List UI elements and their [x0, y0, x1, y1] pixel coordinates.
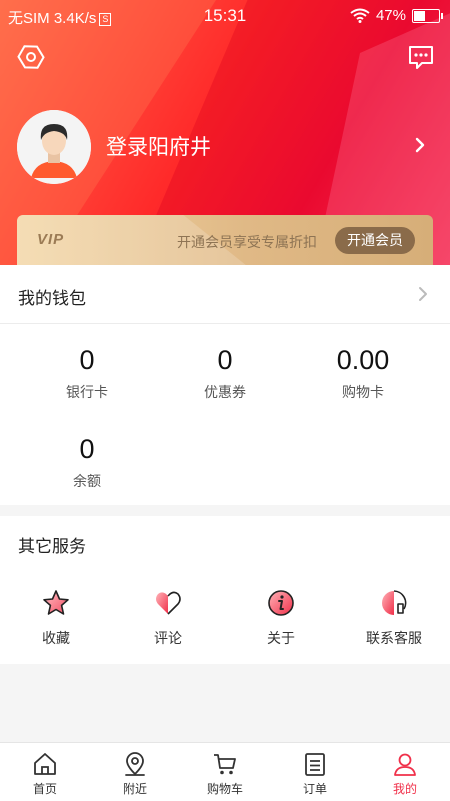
wallet-value: 0.00: [336, 345, 390, 375]
open-membership-button[interactable]: 开通会员: [335, 227, 415, 254]
tab-label: 首页: [32, 782, 57, 796]
chevron-right-icon[interactable]: [414, 136, 426, 154]
vip-description: 开通会员享受专属折扣: [177, 234, 317, 250]
wallet-section: 我的钱包 0 银行卡 0 优惠券 0.00 购物卡 0 余额: [0, 265, 450, 505]
headset-icon: [382, 590, 407, 615]
service-label: 收藏: [42, 630, 70, 646]
wallet-label: 购物卡: [342, 384, 384, 400]
service-about[interactable]: 关于: [225, 588, 337, 648]
user-icon: [394, 753, 416, 776]
battery-icon: [412, 8, 443, 23]
home-icon: [34, 753, 56, 775]
messages-button[interactable]: [406, 42, 436, 72]
wallet-coupon[interactable]: 0 优惠券: [155, 344, 295, 402]
vip-label: VIP: [37, 231, 65, 248]
heart-icon: [156, 591, 181, 615]
other-services-section: 其它服务 收藏 评论 关于 联系客服: [0, 516, 450, 664]
tab-mine[interactable]: 我的: [360, 751, 450, 797]
status-bar: 无SIM 3.4K/s S 15:31 47%: [0, 0, 450, 32]
services-title: 其它服务: [18, 537, 86, 556]
tab-label: 我的: [392, 782, 417, 796]
chat-bubble-icon: [409, 46, 433, 69]
chevron-right-icon: [419, 287, 427, 301]
wallet-title: 我的钱包: [18, 289, 86, 308]
status-right: 47%: [350, 7, 443, 24]
tab-cart[interactable]: 购物车: [180, 751, 270, 797]
wallet-value: 0: [79, 434, 95, 464]
tab-label: 附近: [122, 782, 147, 796]
service-customer-support[interactable]: 联系客服: [338, 588, 450, 648]
wallet-value: 0: [217, 345, 233, 375]
tab-home[interactable]: 首页: [0, 751, 90, 797]
settings-button[interactable]: [16, 42, 46, 72]
cart-icon: [214, 754, 236, 775]
wifi-icon: [350, 8, 370, 23]
service-reviews[interactable]: 评论: [112, 588, 224, 648]
tab-label: 订单: [302, 782, 327, 796]
star-icon: [43, 590, 69, 615]
battery-percent: 47%: [375, 7, 406, 24]
avatar[interactable]: [17, 110, 91, 184]
service-label: 联系客服: [366, 630, 422, 646]
location-pin-icon: [125, 752, 145, 776]
wallet-label: 优惠券: [204, 384, 246, 400]
wallet-shopping-card[interactable]: 0.00 购物卡: [293, 344, 433, 402]
wallet-label: 银行卡: [66, 384, 108, 400]
service-favorites[interactable]: 收藏: [0, 588, 112, 648]
service-label: 关于: [267, 630, 295, 646]
profile-header: 无SIM 3.4K/s S 15:31 47% 登录阳府井 VIP 开通会员享受…: [0, 0, 450, 265]
wallet-bank-card[interactable]: 0 银行卡: [17, 344, 157, 402]
tab-orders[interactable]: 订单: [270, 751, 360, 797]
vip-card[interactable]: VIP 开通会员享受专属折扣 开通会员: [17, 215, 433, 265]
wallet-header[interactable]: 我的钱包: [0, 265, 450, 324]
tab-nearby[interactable]: 附近: [90, 751, 180, 797]
tab-label: 购物车: [206, 782, 243, 796]
order-list-icon: [305, 753, 325, 776]
service-label: 评论: [154, 630, 182, 646]
login-link[interactable]: 登录阳府井: [106, 131, 211, 161]
wallet-value: 0: [79, 345, 95, 375]
hexagon-settings-icon: [17, 45, 45, 69]
info-icon: [268, 590, 294, 616]
wallet-label: 余额: [73, 473, 101, 489]
default-avatar-icon: [17, 110, 91, 184]
bottom-tab-bar: 首页 附近 购物车 订单 我的: [0, 742, 450, 801]
wallet-balance[interactable]: 0 余额: [17, 433, 157, 491]
